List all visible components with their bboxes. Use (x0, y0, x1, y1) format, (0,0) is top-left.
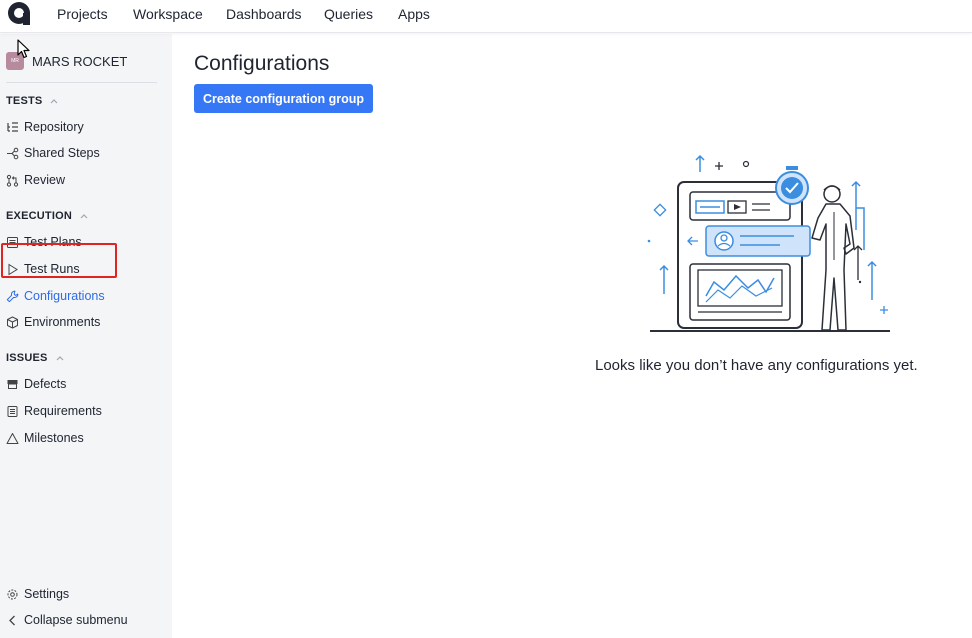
section-issues[interactable]: ISSUES (6, 352, 64, 364)
sidebar-item-label: Defects (24, 377, 67, 391)
cube-icon (7, 316, 18, 328)
sidebar-item-requirements[interactable]: Requirements (6, 401, 102, 421)
inbox-icon (7, 379, 18, 389)
share-nodes-icon (7, 147, 19, 159)
list-tree-icon (7, 121, 18, 132)
nav-workspace[interactable]: Workspace (133, 6, 203, 22)
top-navigation-bar: Projects Workspace Dashboards Queries Ap… (0, 0, 972, 33)
sidebar-item-label: Repository (24, 120, 84, 134)
create-configuration-group-button[interactable]: Create configuration group (194, 84, 373, 113)
git-pull-request-icon (6, 174, 19, 187)
gear-icon (7, 589, 18, 599)
sidebar-item-label: Settings (24, 587, 70, 601)
section-execution[interactable]: EXECUTION (6, 210, 88, 222)
chevron-up-icon (51, 99, 58, 104)
sidebar-item-label: Milestones (24, 431, 84, 445)
sidebar-item-settings[interactable]: Settings (6, 584, 69, 604)
sidebar-item-review[interactable]: Review (6, 170, 65, 190)
section-issues-label: ISSUES (6, 352, 48, 364)
sidebar-item-shared-steps[interactable]: Shared Steps (6, 143, 100, 163)
nav-apps[interactable]: Apps (398, 6, 430, 22)
page-title: Configurations (194, 52, 330, 75)
sidebar-item-label: Configurations (24, 289, 105, 303)
sidebar-item-label: Shared Steps (24, 146, 100, 160)
sidebar-divider (6, 82, 157, 83)
sidebar-item-repository[interactable]: Repository (6, 117, 84, 137)
sidebar: MR MARS ROCKET TESTS Repository Shared S… (0, 34, 172, 638)
sidebar-item-milestones[interactable]: Milestones (6, 428, 84, 448)
nav-projects[interactable]: Projects (57, 6, 108, 22)
sidebar-item-defects[interactable]: Defects (6, 374, 66, 394)
mouse-cursor-icon (17, 39, 30, 59)
app-logo-icon[interactable] (6, 1, 32, 25)
sidebar-item-configurations[interactable]: Configurations (6, 286, 105, 306)
collapse-submenu-button[interactable]: Collapse submenu (6, 610, 128, 630)
chevron-up-icon (56, 356, 63, 361)
sidebar-item-environments[interactable]: Environments (6, 312, 100, 332)
section-tests[interactable]: TESTS (6, 95, 58, 107)
document-icon (7, 405, 18, 417)
chevron-up-icon (80, 214, 88, 219)
nav-queries[interactable]: Queries (324, 6, 373, 22)
chevron-left-icon (9, 615, 15, 625)
nav-dashboards[interactable]: Dashboards (226, 6, 302, 22)
empty-state-illustration (647, 154, 890, 332)
section-execution-label: EXECUTION (6, 210, 72, 222)
empty-state-message: Looks like you don’t have any configurat… (595, 357, 918, 374)
sidebar-item-label: Environments (24, 315, 101, 329)
sidebar-item-label: Review (24, 173, 65, 187)
highlight-annotation (1, 243, 117, 278)
sidebar-item-label: Collapse submenu (24, 613, 128, 627)
sidebar-item-label: Requirements (24, 404, 102, 418)
triangle-icon (6, 432, 19, 444)
project-name: MARS ROCKET (32, 53, 128, 69)
section-tests-label: TESTS (6, 95, 43, 107)
wrench-icon (6, 290, 19, 302)
